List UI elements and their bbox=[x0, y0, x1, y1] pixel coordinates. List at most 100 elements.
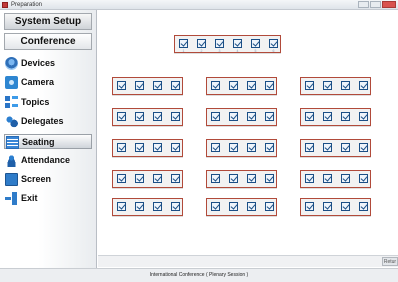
seat-checkbox[interactable] bbox=[247, 202, 256, 211]
seating-layout: 1 2 3 4 5 6 bbox=[98, 10, 398, 260]
topics-icon bbox=[5, 96, 18, 109]
seat-checkbox[interactable] bbox=[265, 202, 274, 211]
seat-checkbox[interactable] bbox=[179, 39, 188, 48]
seat-checkbox[interactable] bbox=[211, 112, 220, 121]
seat-checkbox[interactable] bbox=[247, 112, 256, 121]
seat-checkbox[interactable] bbox=[233, 39, 242, 48]
conference-header[interactable]: Conference bbox=[4, 33, 92, 50]
seat-group bbox=[300, 198, 371, 216]
seat-checkbox[interactable] bbox=[171, 202, 180, 211]
seat-checkbox[interactable] bbox=[323, 143, 332, 152]
seat-checkbox[interactable] bbox=[211, 202, 220, 211]
window-title: Preparation bbox=[11, 2, 43, 8]
seat-checkbox[interactable] bbox=[265, 143, 274, 152]
attendance-icon bbox=[5, 154, 18, 167]
sidebar-item-label: Screen bbox=[21, 174, 52, 184]
seat-checkbox[interactable] bbox=[341, 174, 350, 183]
seat-checkbox[interactable] bbox=[229, 81, 238, 90]
seat-checkbox[interactable] bbox=[135, 174, 144, 183]
seat-checkbox[interactable] bbox=[211, 143, 220, 152]
seat-checkbox[interactable] bbox=[247, 174, 256, 183]
seat-checkbox[interactable] bbox=[135, 202, 144, 211]
seat-checkbox[interactable] bbox=[341, 202, 350, 211]
seat-group bbox=[112, 198, 183, 216]
seat-group bbox=[206, 108, 277, 126]
seat-checkbox[interactable] bbox=[323, 81, 332, 90]
seat-checkbox[interactable] bbox=[251, 39, 260, 48]
seat-checkbox[interactable] bbox=[117, 202, 126, 211]
seat-group bbox=[300, 77, 371, 95]
seat-checkbox[interactable] bbox=[323, 112, 332, 121]
seat-checkbox[interactable] bbox=[305, 202, 314, 211]
exit-icon bbox=[5, 192, 18, 205]
maximize-button[interactable] bbox=[370, 1, 381, 8]
seat-checkbox[interactable] bbox=[269, 39, 278, 48]
seat-checkbox[interactable] bbox=[305, 81, 314, 90]
seat-checkbox[interactable] bbox=[247, 143, 256, 152]
sidebar-item-exit[interactable]: Exit bbox=[4, 191, 92, 206]
minimize-button[interactable] bbox=[358, 1, 369, 8]
seat-checkbox[interactable] bbox=[229, 202, 238, 211]
seat-checkbox[interactable] bbox=[215, 39, 224, 48]
seat-checkbox[interactable] bbox=[153, 202, 162, 211]
seat-checkbox[interactable] bbox=[265, 112, 274, 121]
seat-checkbox[interactable] bbox=[211, 174, 220, 183]
seat-checkbox[interactable] bbox=[135, 143, 144, 152]
delegates-icon bbox=[5, 115, 18, 128]
seat-checkbox[interactable] bbox=[197, 39, 206, 48]
window-titlebar: Preparation bbox=[0, 0, 398, 10]
sidebar-item-label: Attendance bbox=[21, 155, 71, 165]
seat-checkbox[interactable] bbox=[359, 112, 368, 121]
sidebar-item-delegates[interactable]: Delegates bbox=[4, 114, 92, 129]
seat-checkbox[interactable] bbox=[117, 112, 126, 121]
seat-checkbox[interactable] bbox=[341, 81, 350, 90]
seat-checkbox[interactable] bbox=[171, 174, 180, 183]
seat-number: 3 bbox=[218, 49, 221, 53]
seat-checkbox[interactable] bbox=[135, 112, 144, 121]
seat-checkbox[interactable] bbox=[265, 81, 274, 90]
seat-checkbox[interactable] bbox=[229, 174, 238, 183]
seat-checkbox[interactable] bbox=[171, 143, 180, 152]
seat-checkbox[interactable] bbox=[153, 143, 162, 152]
seat-checkbox[interactable] bbox=[153, 112, 162, 121]
close-button[interactable] bbox=[382, 1, 396, 8]
seat-checkbox[interactable] bbox=[117, 143, 126, 152]
seat-checkbox[interactable] bbox=[117, 81, 126, 90]
sidebar-item-seating[interactable]: Seating bbox=[4, 134, 92, 149]
sidebar-item-topics[interactable]: Topics bbox=[4, 95, 92, 110]
status-bar: International Conference ( Plenary Sessi… bbox=[0, 268, 398, 282]
seat-checkbox[interactable] bbox=[359, 174, 368, 183]
system-setup-header[interactable]: System Setup bbox=[4, 13, 92, 30]
seat-group bbox=[300, 108, 371, 126]
seat-group bbox=[206, 77, 277, 95]
seat-checkbox[interactable] bbox=[305, 112, 314, 121]
seat-checkbox[interactable] bbox=[135, 81, 144, 90]
seat-checkbox[interactable] bbox=[341, 143, 350, 152]
seat-checkbox[interactable] bbox=[171, 112, 180, 121]
seat-checkbox[interactable] bbox=[265, 174, 274, 183]
seat-checkbox[interactable] bbox=[359, 143, 368, 152]
seat-checkbox[interactable] bbox=[305, 174, 314, 183]
seat-checkbox[interactable] bbox=[229, 112, 238, 121]
seat-checkbox[interactable] bbox=[341, 112, 350, 121]
seat-checkbox[interactable] bbox=[211, 81, 220, 90]
sidebar-item-label: Delegates bbox=[21, 116, 64, 126]
seat-checkbox[interactable] bbox=[117, 174, 126, 183]
seat-checkbox[interactable] bbox=[323, 202, 332, 211]
sidebar-item-screen[interactable]: Screen bbox=[4, 172, 92, 187]
seat-checkbox[interactable] bbox=[359, 202, 368, 211]
seat-checkbox[interactable] bbox=[247, 81, 256, 90]
seat-checkbox[interactable] bbox=[153, 174, 162, 183]
seat-checkbox[interactable] bbox=[153, 81, 162, 90]
seat-checkbox[interactable] bbox=[323, 174, 332, 183]
seat-group bbox=[112, 108, 183, 126]
sidebar-item-attendance[interactable]: Attendance bbox=[4, 153, 92, 168]
sidebar-item-label: Exit bbox=[21, 193, 38, 203]
seat-checkbox[interactable] bbox=[359, 81, 368, 90]
sidebar-item-devices[interactable]: Devices bbox=[4, 56, 92, 71]
seat-checkbox[interactable] bbox=[171, 81, 180, 90]
sidebar-item-camera[interactable]: Camera bbox=[4, 75, 92, 90]
return-button[interactable]: Retur bbox=[382, 257, 398, 266]
seat-checkbox[interactable] bbox=[229, 143, 238, 152]
seat-checkbox[interactable] bbox=[305, 143, 314, 152]
